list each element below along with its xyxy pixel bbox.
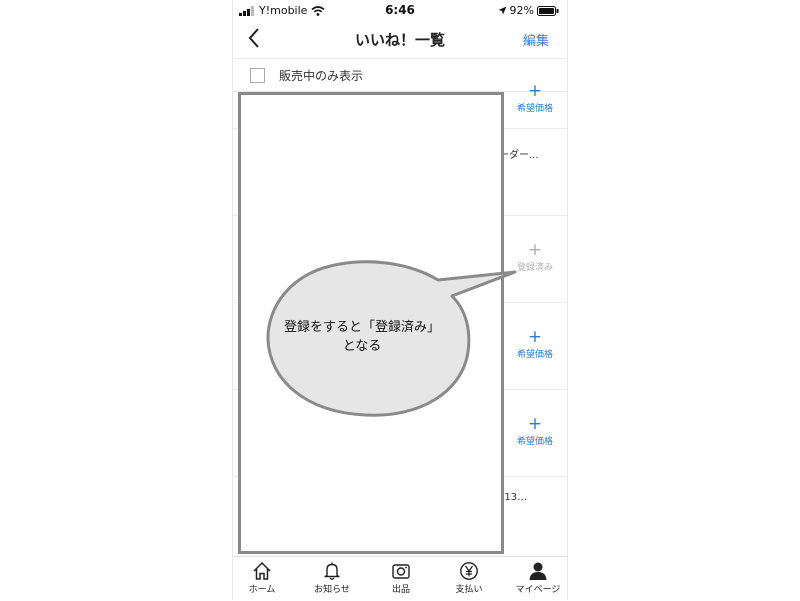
callout-line-2: となる bbox=[342, 339, 382, 354]
callout-line-1: 登録をすると「登録済み」 bbox=[283, 320, 440, 335]
callout-text: 登録をすると「登録済み」 となる bbox=[262, 318, 462, 356]
speech-bubble bbox=[266, 260, 517, 417]
